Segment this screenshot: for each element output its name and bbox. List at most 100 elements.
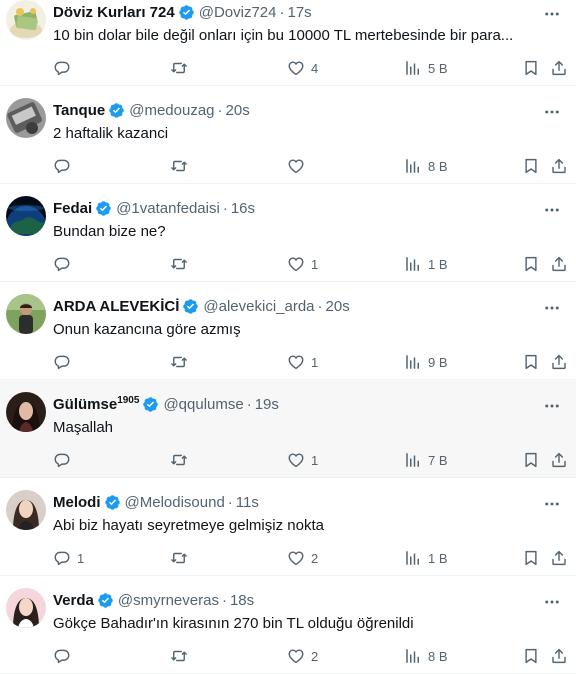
retweet-button[interactable]	[170, 156, 194, 176]
display-name[interactable]: Döviz Kurları 724	[53, 4, 175, 21]
bookmark-button[interactable]	[522, 450, 540, 470]
retweet-button[interactable]	[170, 646, 194, 666]
more-options-icon[interactable]	[542, 396, 562, 416]
retweet-icon	[170, 451, 188, 469]
avatar[interactable]	[6, 490, 46, 530]
bookmark-button[interactable]	[522, 254, 540, 274]
user-handle[interactable]: @Melodisound	[125, 494, 225, 511]
tweet-header: ARDA ALEVEKİCİ @alevekici_arda · 20s	[53, 296, 536, 316]
share-button[interactable]	[550, 156, 568, 176]
bookmark-button[interactable]	[522, 156, 540, 176]
like-button[interactable]: 2	[287, 548, 318, 568]
share-button[interactable]	[550, 254, 568, 274]
tweet[interactable]: Verda @smyrneveras · 18s Gökçe Bahadır'ı…	[0, 576, 576, 674]
timestamp[interactable]: 11s	[236, 494, 259, 511]
display-name[interactable]: Gülümse1905	[53, 395, 139, 413]
like-button[interactable]: 1	[287, 254, 318, 274]
views-button[interactable]: 5 B	[404, 58, 448, 78]
reply-button[interactable]	[53, 450, 77, 470]
more-options-icon[interactable]	[542, 298, 562, 318]
views-button[interactable]: 1 B	[404, 254, 448, 274]
more-options-icon[interactable]	[542, 200, 562, 220]
bookmark-button[interactable]	[522, 58, 540, 78]
views-button[interactable]: 1 B	[404, 548, 448, 568]
more-options-icon[interactable]	[542, 4, 562, 24]
view-count: 9 B	[428, 354, 448, 370]
timestamp[interactable]: 17s	[287, 4, 311, 21]
more-options-icon[interactable]	[542, 592, 562, 612]
like-count: 2	[311, 648, 319, 664]
retweet-button[interactable]	[170, 352, 194, 372]
views-button[interactable]: 8 B	[404, 646, 448, 666]
separator-dot: ·	[221, 591, 227, 609]
reply-button[interactable]	[53, 646, 77, 666]
user-handle[interactable]: @qqulumse	[163, 396, 243, 413]
like-button[interactable]: 1	[287, 450, 318, 470]
tweet[interactable]: Fedai @1vatanfedaisi · 16s Bundan bize n…	[0, 184, 576, 282]
retweet-button[interactable]	[170, 254, 194, 274]
avatar[interactable]	[6, 196, 46, 236]
share-button[interactable]	[550, 450, 568, 470]
avatar[interactable]	[6, 0, 46, 40]
tweet-header: Verda @smyrneveras · 18s	[53, 590, 536, 610]
share-button[interactable]	[550, 548, 568, 568]
verified-badge-icon	[104, 494, 121, 511]
like-button[interactable]: 4	[287, 58, 318, 78]
like-button[interactable]	[287, 156, 311, 176]
tweet[interactable]: Gülümse1905 @qqulumse · 19s Maşallah 1 7…	[0, 380, 576, 478]
timestamp[interactable]: 18s	[230, 592, 254, 609]
share-icon	[550, 59, 568, 77]
share-button[interactable]	[550, 352, 568, 372]
share-button[interactable]	[550, 646, 568, 666]
avatar[interactable]	[6, 392, 46, 432]
user-handle[interactable]: @smyrneveras	[118, 592, 219, 609]
user-handle[interactable]: @1vatanfedaisi	[116, 200, 220, 217]
more-options-icon[interactable]	[542, 102, 562, 122]
bookmark-button[interactable]	[522, 352, 540, 372]
reply-button[interactable]	[53, 156, 77, 176]
more-options-icon[interactable]	[542, 494, 562, 514]
like-count: 4	[311, 60, 319, 76]
heart-icon	[287, 157, 305, 175]
user-handle[interactable]: @alevekici_arda	[203, 298, 314, 315]
reply-button[interactable]	[53, 254, 77, 274]
reply-button[interactable]	[53, 352, 77, 372]
tweet[interactable]: ARDA ALEVEKİCİ @alevekici_arda · 20s Onu…	[0, 282, 576, 380]
verified-badge-icon	[108, 102, 125, 119]
reply-button[interactable]: 1	[53, 548, 84, 568]
retweet-button[interactable]	[170, 548, 194, 568]
timestamp[interactable]: 20s	[326, 298, 350, 315]
user-handle[interactable]: @medouzag	[129, 102, 214, 119]
retweet-button[interactable]	[170, 450, 194, 470]
tweet[interactable]: Tanque @medouzag · 20s 2 haftalik kazanc…	[0, 86, 576, 184]
reply-count: 1	[77, 550, 85, 566]
timestamp[interactable]: 20s	[226, 102, 250, 119]
views-button[interactable]: 7 B	[404, 450, 448, 470]
bookmark-button[interactable]	[522, 548, 540, 568]
heart-icon	[287, 59, 305, 77]
display-name[interactable]: Tanque	[53, 102, 105, 119]
tweet[interactable]: Döviz Kurları 724 @Doviz724 · 17s 10 bin…	[0, 0, 576, 86]
share-button[interactable]	[550, 58, 568, 78]
tweet-feed: Döviz Kurları 724 @Doviz724 · 17s 10 bin…	[0, 0, 576, 674]
views-button[interactable]: 8 B	[404, 156, 448, 176]
bookmark-icon	[522, 549, 540, 567]
view-count: 1 B	[428, 256, 448, 272]
like-button[interactable]: 1	[287, 352, 318, 372]
views-button[interactable]: 9 B	[404, 352, 448, 372]
retweet-button[interactable]	[170, 58, 194, 78]
display-name[interactable]: Fedai	[53, 200, 92, 217]
timestamp[interactable]: 19s	[255, 396, 279, 413]
display-name[interactable]: ARDA ALEVEKİCİ	[53, 298, 179, 315]
display-name[interactable]: Melodi	[53, 494, 101, 511]
avatar[interactable]	[6, 588, 46, 628]
avatar[interactable]	[6, 294, 46, 334]
display-name[interactable]: Verda	[53, 592, 94, 609]
bookmark-button[interactable]	[522, 646, 540, 666]
tweet[interactable]: Melodi @Melodisound · 11s Abi biz hayatı…	[0, 478, 576, 576]
avatar[interactable]	[6, 98, 46, 138]
like-button[interactable]: 2	[287, 646, 318, 666]
timestamp[interactable]: 16s	[231, 200, 255, 217]
reply-button[interactable]	[53, 58, 77, 78]
user-handle[interactable]: @Doviz724	[199, 4, 277, 21]
